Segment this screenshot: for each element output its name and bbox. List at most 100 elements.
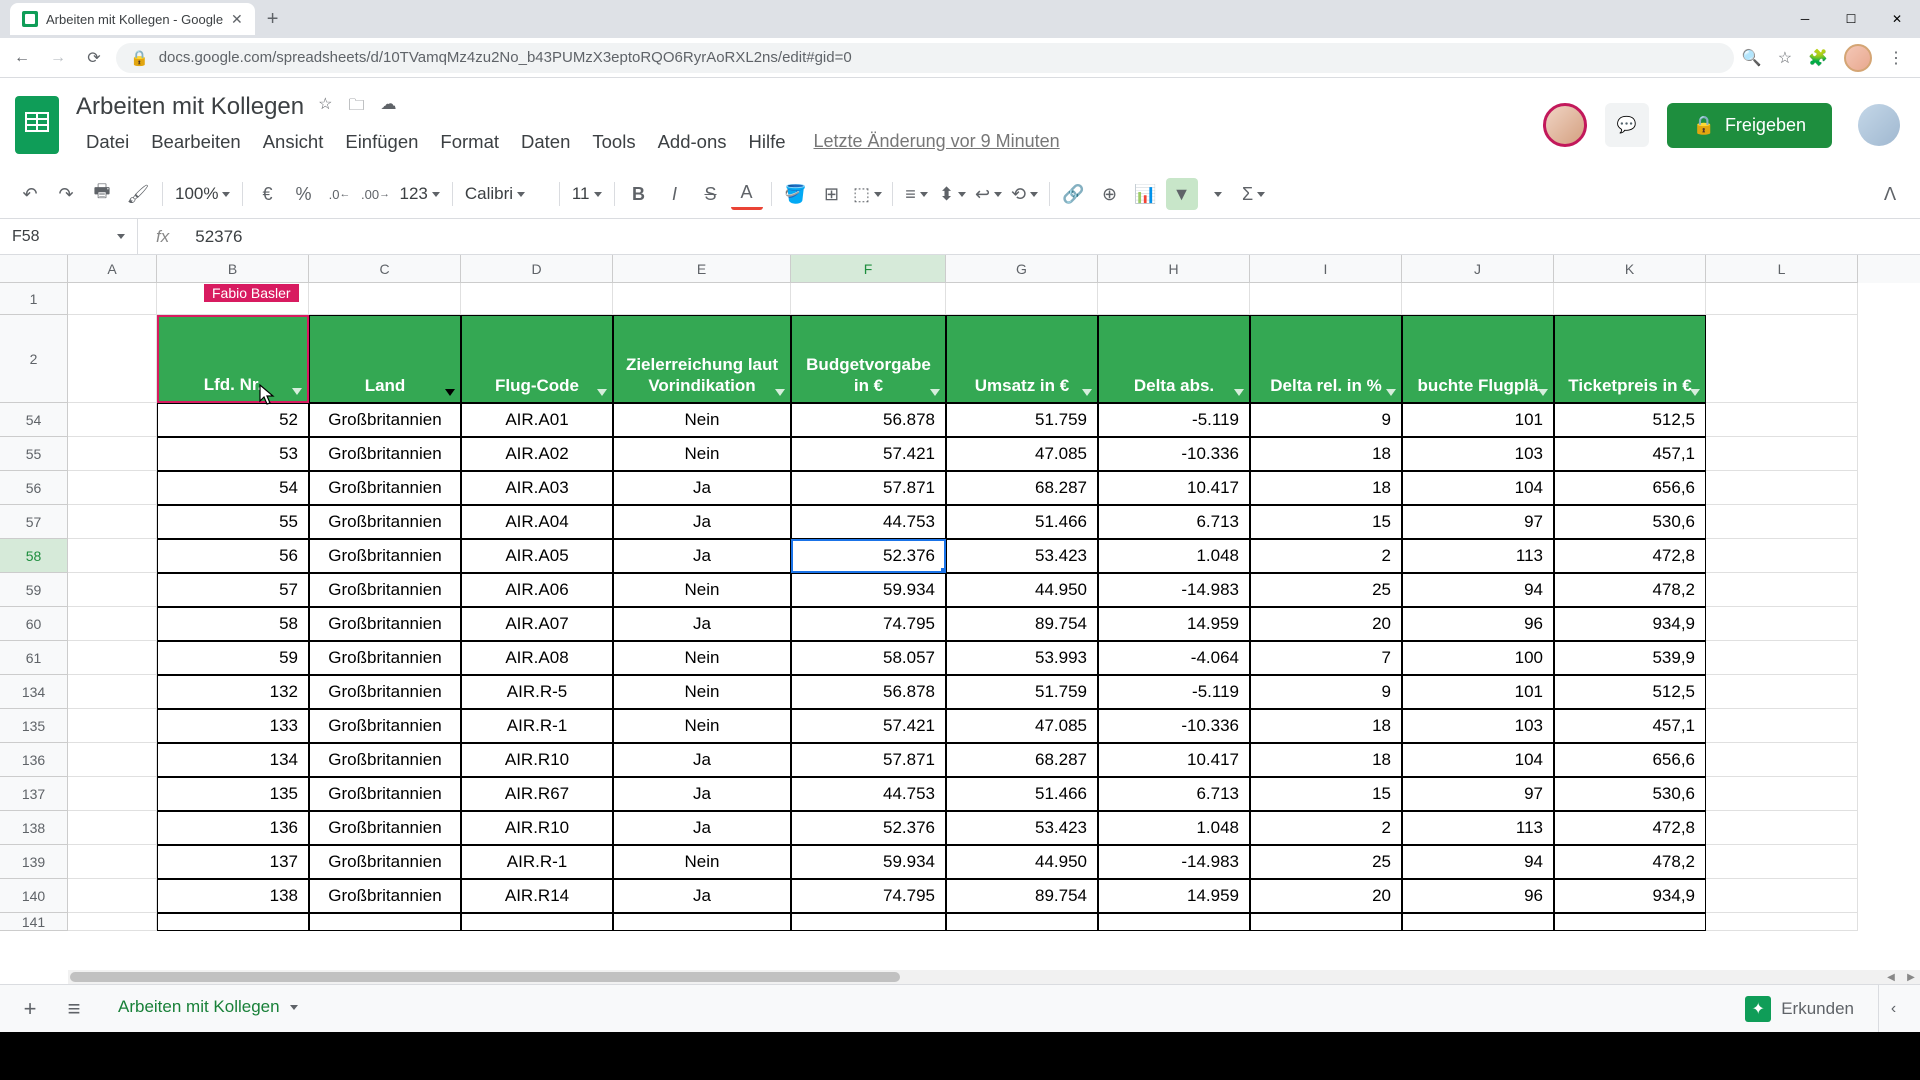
menu-ansicht[interactable]: Ansicht xyxy=(253,127,334,157)
cell[interactable]: -5.119 xyxy=(1098,675,1250,709)
cell[interactable] xyxy=(1706,743,1858,777)
cell[interactable]: 52.376 xyxy=(791,811,946,845)
cell[interactable]: Großbritannien xyxy=(309,709,461,743)
browser-tab[interactable]: Arbeiten mit Kollegen - Google ✕ xyxy=(10,3,255,35)
explore-button[interactable]: ✦ Erkunden xyxy=(1729,988,1870,1030)
reload-button[interactable]: ⟳ xyxy=(80,44,108,72)
cell[interactable]: Budgetvorgabe in € xyxy=(791,315,946,403)
cell[interactable]: 59 xyxy=(157,641,309,675)
cell[interactable] xyxy=(1098,913,1250,931)
cell[interactable]: Großbritannien xyxy=(309,675,461,709)
row-header[interactable]: 59 xyxy=(0,573,68,607)
cell[interactable]: 472,8 xyxy=(1554,811,1706,845)
menu-addons[interactable]: Add-ons xyxy=(648,127,737,157)
browser-profile-avatar[interactable] xyxy=(1844,44,1872,72)
cell[interactable]: AIR.R10 xyxy=(461,811,613,845)
cell[interactable]: 53.993 xyxy=(946,641,1098,675)
cell[interactable]: AIR.R-1 xyxy=(461,845,613,879)
cell[interactable]: 18 xyxy=(1250,743,1402,777)
maximize-button[interactable]: ☐ xyxy=(1828,3,1874,35)
cell[interactable]: 56.878 xyxy=(791,675,946,709)
col-header-I[interactable]: I xyxy=(1250,255,1402,283)
cell[interactable] xyxy=(946,913,1098,931)
cell[interactable]: 59.934 xyxy=(791,845,946,879)
cell[interactable]: 54 xyxy=(157,471,309,505)
cell[interactable]: 94 xyxy=(1402,573,1554,607)
cell[interactable]: AIR.R67 xyxy=(461,777,613,811)
url-bar[interactable]: 🔒 docs.google.com/spreadsheets/d/10TVamq… xyxy=(116,43,1734,73)
font-dropdown[interactable]: Calibri xyxy=(461,184,551,204)
row-header[interactable]: 134 xyxy=(0,675,68,709)
cell[interactable]: 9 xyxy=(1250,675,1402,709)
cell[interactable] xyxy=(1250,283,1402,315)
col-header-C[interactable]: C xyxy=(309,255,461,283)
redo-button[interactable]: ↷ xyxy=(50,178,82,210)
cell[interactable] xyxy=(68,437,157,471)
cell[interactable]: 2 xyxy=(1250,811,1402,845)
zoom-dropdown[interactable]: 100% xyxy=(171,184,234,204)
cell[interactable]: 56.878 xyxy=(791,403,946,437)
back-button[interactable]: ← xyxy=(8,44,36,72)
cell[interactable]: 136 xyxy=(157,811,309,845)
cell[interactable] xyxy=(1402,283,1554,315)
sheets-logo[interactable] xyxy=(10,88,64,162)
cell[interactable]: Ja xyxy=(613,471,791,505)
cell[interactable]: 530,6 xyxy=(1554,777,1706,811)
last-edit-link[interactable]: Letzte Änderung vor 9 Minuten xyxy=(814,127,1060,157)
cell[interactable]: 74.795 xyxy=(791,879,946,913)
cell[interactable]: Nein xyxy=(613,709,791,743)
cell[interactable]: 96 xyxy=(1402,879,1554,913)
row-header[interactable]: 135 xyxy=(0,709,68,743)
cell[interactable]: Ja xyxy=(613,879,791,913)
cell[interactable]: Zielerreichung laut Vorindikation xyxy=(613,315,791,403)
cell[interactable] xyxy=(68,811,157,845)
extensions-icon[interactable]: 🧩 xyxy=(1808,48,1828,68)
cell[interactable]: 478,2 xyxy=(1554,573,1706,607)
filter-dropdown-icon[interactable] xyxy=(1386,389,1396,396)
strikethrough-button[interactable]: S xyxy=(695,178,727,210)
cell[interactable]: Großbritannien xyxy=(309,743,461,777)
sheet-menu-caret-icon[interactable] xyxy=(290,1005,298,1010)
h-scrollbar-thumb[interactable] xyxy=(70,972,900,982)
fill-handle[interactable] xyxy=(941,568,946,573)
cell[interactable] xyxy=(1554,913,1706,931)
row-header[interactable]: 61 xyxy=(0,641,68,675)
h-align-button[interactable]: ≡ xyxy=(901,178,933,210)
menu-bearbeiten[interactable]: Bearbeiten xyxy=(141,127,250,157)
cell[interactable] xyxy=(1706,845,1858,879)
scroll-right-button[interactable]: ▶ xyxy=(1902,970,1920,984)
cell[interactable]: Nein xyxy=(613,403,791,437)
col-header-F[interactable]: F xyxy=(791,255,946,283)
cell[interactable]: 89.754 xyxy=(946,607,1098,641)
forward-button[interactable]: → xyxy=(44,44,72,72)
cell[interactable]: 52.376 xyxy=(791,539,946,573)
filter-dropdown-icon[interactable] xyxy=(1082,389,1092,396)
cell[interactable]: 53.423 xyxy=(946,539,1098,573)
cell[interactable]: AIR.A05 xyxy=(461,539,613,573)
cell[interactable]: Nein xyxy=(613,641,791,675)
cell[interactable]: 934,9 xyxy=(1554,607,1706,641)
cell[interactable]: 44.950 xyxy=(946,573,1098,607)
row-header[interactable]: 55 xyxy=(0,437,68,471)
cell[interactable]: 135 xyxy=(157,777,309,811)
cell[interactable] xyxy=(1706,573,1858,607)
number-format-dropdown[interactable]: 123 xyxy=(395,184,443,204)
filter-views-button[interactable] xyxy=(1202,178,1234,210)
filter-dropdown-icon[interactable] xyxy=(1234,389,1244,396)
cell[interactable]: -4.064 xyxy=(1098,641,1250,675)
cell[interactable]: -10.336 xyxy=(1098,437,1250,471)
menu-format[interactable]: Format xyxy=(430,127,509,157)
filter-dropdown-icon[interactable] xyxy=(775,389,785,396)
currency-button[interactable]: € xyxy=(251,178,283,210)
cell[interactable] xyxy=(68,777,157,811)
row-header[interactable]: 137 xyxy=(0,777,68,811)
cell[interactable]: 55 xyxy=(157,505,309,539)
cell[interactable]: 103 xyxy=(1402,709,1554,743)
cell[interactable]: 97 xyxy=(1402,505,1554,539)
cell[interactable]: 51.759 xyxy=(946,403,1098,437)
cell[interactable]: Nein xyxy=(613,675,791,709)
cell[interactable] xyxy=(68,641,157,675)
cell[interactable] xyxy=(791,283,946,315)
cell[interactable]: 47.085 xyxy=(946,709,1098,743)
all-sheets-button[interactable]: ≡ xyxy=(56,991,92,1027)
